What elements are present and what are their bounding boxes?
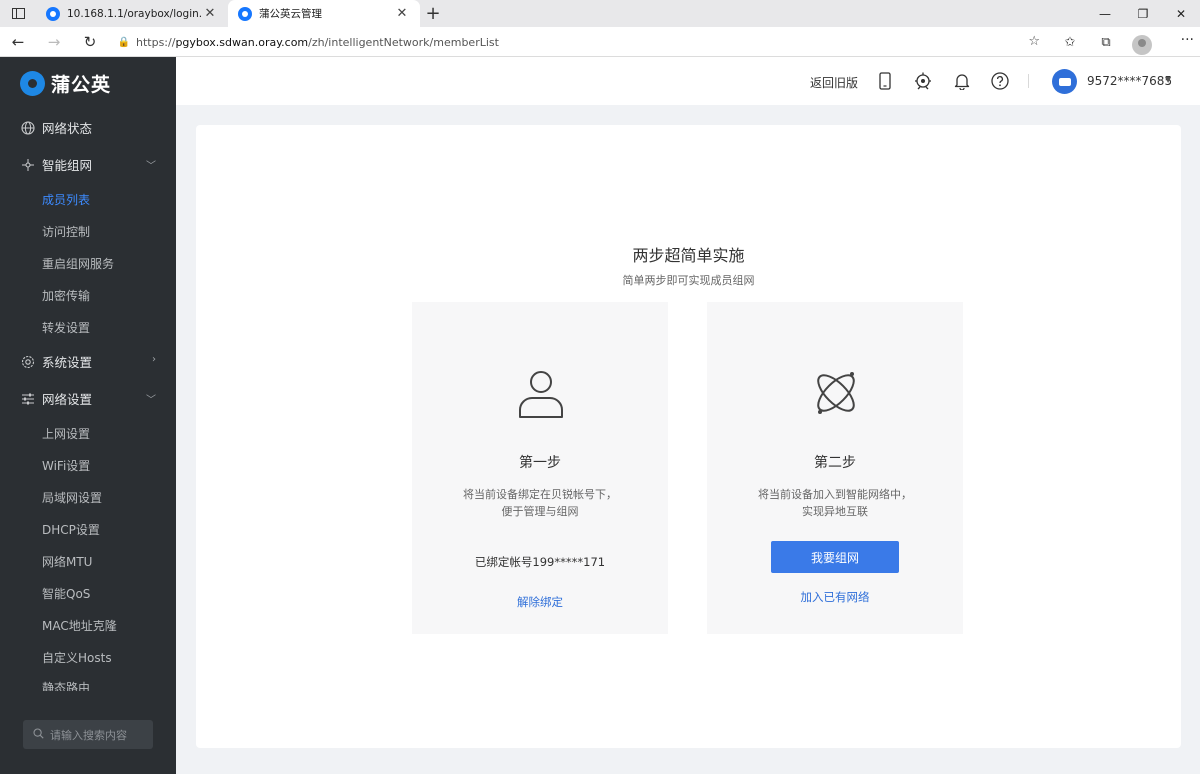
sidebar-group-smart-networking[interactable]: 智能组网 ﹀ [0, 146, 176, 183]
minimize-icon[interactable]: — [1086, 0, 1124, 27]
sidebar-group-network-settings[interactable]: 网络设置 ﹀ [0, 380, 176, 417]
main-content-card: 两步超简单实施 简单两步即可实现成员组网 第一步 将当前设备绑定在贝锐帐号下， … [196, 125, 1181, 748]
sidebar-search-input[interactable]: 请输入搜索内容 [23, 720, 153, 749]
search-icon [33, 727, 44, 742]
new-tab-plus-icon[interactable]: + [420, 0, 446, 27]
chevron-right-icon: › [152, 354, 156, 365]
favorites-icon[interactable]: ✩ [1052, 27, 1088, 57]
sidebar-group-label: 网络设置 [42, 392, 93, 407]
sidebar-item-dhcp-settings[interactable]: DHCP设置 [0, 513, 176, 545]
globe-icon [20, 120, 36, 136]
back-to-old-version-link[interactable]: 返回旧版 [810, 74, 858, 91]
header-divider [1028, 74, 1029, 88]
favicon-icon [46, 6, 60, 21]
account-name[interactable]: 9572****7685 [1087, 74, 1172, 88]
sidebar-item-wifi-settings[interactable]: WiFi设置 [0, 449, 176, 481]
user-icon [516, 366, 566, 420]
refresh-icon[interactable]: ↻ [72, 27, 108, 57]
desc-line: 便于管理与组网 [501, 505, 579, 518]
maximize-icon[interactable]: ❐ [1124, 0, 1162, 27]
mobile-icon[interactable] [875, 71, 895, 91]
sidebar-group-network-status[interactable]: 网络状态 [0, 109, 176, 146]
join-existing-network-link[interactable]: 加入已有网络 [707, 589, 963, 605]
step-one-description: 将当前设备绑定在贝锐帐号下， 便于管理与组网 [412, 486, 668, 520]
forward-arrow-icon[interactable]: → [36, 27, 72, 57]
sidebar-item-member-list[interactable]: 成员列表 [0, 183, 176, 215]
sidebar-item-encryption[interactable]: 加密传输 [0, 279, 176, 311]
close-icon[interactable]: ✕ [202, 6, 218, 21]
account-avatar[interactable] [1052, 69, 1077, 94]
url-prefix: https:// [136, 35, 176, 49]
router-icon [1058, 77, 1071, 86]
chevron-down-icon: ﹀ [146, 161, 156, 172]
sidebar-item-network-mtu[interactable]: 网络MTU [0, 545, 176, 577]
step-one-card: 第一步 将当前设备绑定在贝锐帐号下， 便于管理与组网 已绑定帐号199*****… [412, 302, 668, 634]
tab-title: 10.168.1.1/oraybox/login.html?e [67, 7, 202, 20]
close-icon[interactable]: ✕ [394, 6, 410, 21]
logo-icon [20, 70, 45, 96]
top-header: 返回旧版 9572****7685 ▼ [176, 57, 1200, 105]
browser-tab-login[interactable]: 10.168.1.1/oraybox/login.html?e ✕ [36, 0, 228, 27]
profile-avatar[interactable] [1124, 27, 1160, 57]
robot-support-icon[interactable] [913, 71, 933, 91]
sidebar-item-static-routes[interactable]: 静态路由 [0, 673, 176, 691]
back-arrow-icon[interactable]: ← [0, 27, 36, 57]
page-title: 两步超简单实施 [632, 246, 745, 265]
chevron-down-icon: ﹀ [146, 395, 156, 406]
desc-line: 将当前设备加入到智能网络中， [758, 488, 912, 501]
sidebar-group-label: 智能组网 [42, 158, 93, 173]
browser-toolbar: ✩ ⧉ [1052, 27, 1160, 57]
lock-icon[interactable]: 🔒 [112, 37, 136, 48]
sidebar-item-smart-qos[interactable]: 智能QoS [0, 577, 176, 609]
sidebar: 蒲公英 网络状态 智能组网 ﹀ 成员列表 访问控制 重启组网服务 加密传输 转发… [0, 57, 176, 774]
network-orbit-icon [811, 366, 861, 420]
create-network-button[interactable]: 我要组网 [771, 541, 899, 573]
step-two-description: 将当前设备加入到智能网络中， 实现异地互联 [707, 486, 963, 520]
sidebar-group-system-settings[interactable]: 系统设置 › [0, 343, 176, 380]
more-menu-icon[interactable]: ··· [1181, 32, 1194, 48]
tab-title: 蒲公英云管理 [259, 8, 322, 20]
sidebar-item-access-control[interactable]: 访问控制 [0, 215, 176, 247]
unbind-link[interactable]: 解除绑定 [412, 594, 668, 610]
sidebar-item-custom-hosts[interactable]: 自定义Hosts [0, 641, 176, 673]
sidebar-item-restart-service[interactable]: 重启组网服务 [0, 247, 176, 279]
sliders-icon [20, 391, 36, 407]
logo-text: 蒲公英 [51, 73, 112, 96]
sidebar-item-forwarding[interactable]: 转发设置 [0, 311, 176, 343]
step-two-title: 第二步 [814, 455, 856, 471]
page-subtitle: 简单两步即可实现成员组网 [622, 274, 755, 287]
search-placeholder: 请输入搜索内容 [50, 728, 127, 742]
sidebar-group-label: 网络状态 [42, 121, 93, 136]
gear-icon [20, 354, 36, 370]
bound-account-text: 已绑定帐号199*****171 [474, 555, 606, 569]
browser-tab-cloud-management[interactable]: 蒲公英云管理 ✕ [228, 0, 420, 27]
help-icon[interactable] [990, 71, 1010, 91]
window-close-icon[interactable]: ✕ [1162, 0, 1200, 27]
browser-tab-bar: 10.168.1.1/oraybox/login.html?e ✕ 蒲公英云管理… [0, 0, 1200, 27]
brand-logo[interactable]: 蒲公英 [0, 57, 176, 109]
url-path: /zh/intelligentNetwork/memberList [308, 35, 499, 49]
url-host: pgybox.sdwan.oray.com [175, 35, 309, 49]
sidebar-item-lan-settings[interactable]: 局域网设置 [0, 481, 176, 513]
desc-line: 将当前设备绑定在贝锐帐号下， [463, 488, 617, 501]
step-two-card: 第二步 将当前设备加入到智能网络中， 实现异地互联 我要组网 加入已有网络 [707, 302, 963, 634]
window-controls: — ❐ ✕ [1086, 0, 1200, 27]
favicon-icon [238, 6, 252, 21]
desc-line: 实现异地互联 [802, 505, 868, 518]
add-favorite-icon[interactable]: ☆ [1028, 34, 1040, 49]
url-field[interactable]: 🔒 https://pgybox.sdwan.oray.com/zh/intel… [112, 31, 1046, 53]
sidebar-item-internet-settings[interactable]: 上网设置 [0, 417, 176, 449]
network-icon [20, 157, 36, 173]
step-one-title: 第一步 [519, 455, 561, 471]
tab-actions-icon[interactable] [0, 0, 36, 27]
address-bar: ← → ↻ 🔒 https://pgybox.sdwan.oray.com/zh… [0, 27, 1200, 57]
sidebar-item-mac-clone[interactable]: MAC地址克隆 [0, 609, 176, 641]
bell-icon[interactable] [952, 71, 972, 91]
collections-icon[interactable]: ⧉ [1088, 27, 1124, 57]
caret-down-icon[interactable]: ▼ [1165, 75, 1171, 84]
sidebar-group-label: 系统设置 [42, 355, 93, 370]
